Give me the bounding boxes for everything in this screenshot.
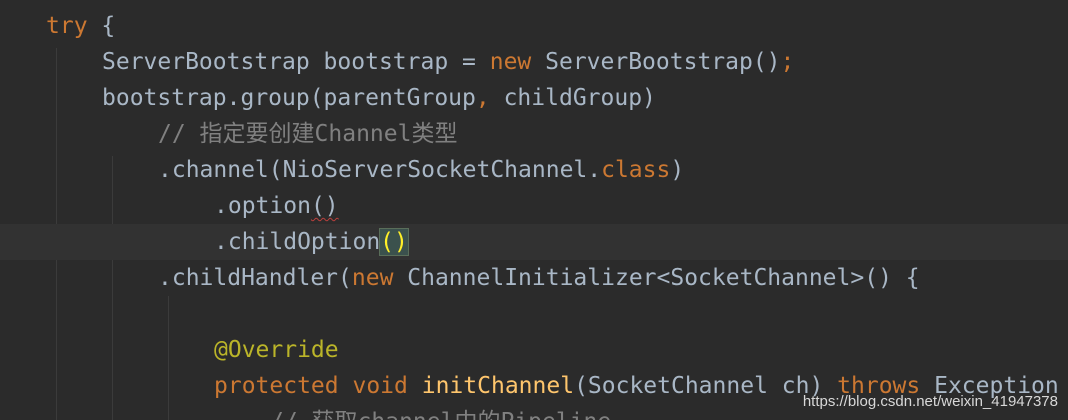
code-token: { (87, 13, 116, 39)
code-line[interactable]: @Override (0, 332, 1068, 368)
code-line[interactable]: .childHandler(new ChannelInitializer<Soc… (0, 260, 1068, 296)
code-line[interactable]: .option() (0, 188, 1068, 224)
code-token: childGroup) (489, 85, 656, 111)
code-token: bootstrap.group(parentGroup (102, 85, 476, 111)
code-token: // 指定要创建Channel类型 (158, 121, 458, 147)
code-token: ServerBootstrap bootstrap = (102, 49, 490, 75)
code-token: .channel(NioServerSocketChannel. (158, 157, 602, 183)
code-token: try (46, 13, 88, 39)
code-token: new (351, 265, 394, 291)
code-line[interactable] (0, 296, 1068, 332)
code-line[interactable]: bootstrap.group(parentGroup, childGroup) (0, 80, 1068, 116)
code-token: // 获取channel中的Pipeline (270, 409, 611, 420)
code-token: () (310, 193, 339, 219)
code-editor[interactable]: try {ServerBootstrap bootstrap = new Ser… (0, 0, 1068, 420)
code-token: protected (214, 373, 339, 399)
code-line[interactable]: ServerBootstrap bootstrap = new ServerBo… (0, 44, 1068, 80)
code-token: .childOption (214, 229, 381, 255)
code-token: ) (670, 157, 685, 183)
code-token: @Override (214, 337, 339, 363)
code-token: ; (780, 49, 795, 75)
code-token: new (489, 49, 532, 75)
code-line[interactable]: try { (0, 8, 1068, 44)
code-line[interactable]: .channel(NioServerSocketChannel.class) (0, 152, 1068, 188)
code-token: .childHandler( (158, 265, 352, 291)
code-token: () (379, 228, 409, 256)
code-token: .option (214, 193, 311, 219)
watermark-url: https://blog.csdn.net/weixin_41947378 (802, 393, 1058, 410)
code-token: ServerBootstrap() (531, 49, 781, 75)
code-token: , (475, 85, 490, 111)
code-token: ChannelInitializer<SocketChannel>() { (393, 265, 920, 291)
code-token: initChannel (421, 373, 575, 399)
code-line[interactable]: // 指定要创建Channel类型 (0, 116, 1068, 152)
code-token: (SocketChannel ch) (574, 373, 838, 399)
code-token: void (352, 373, 408, 399)
code-line-current[interactable]: .childOption() (0, 224, 1068, 260)
code-token: class (601, 157, 671, 183)
